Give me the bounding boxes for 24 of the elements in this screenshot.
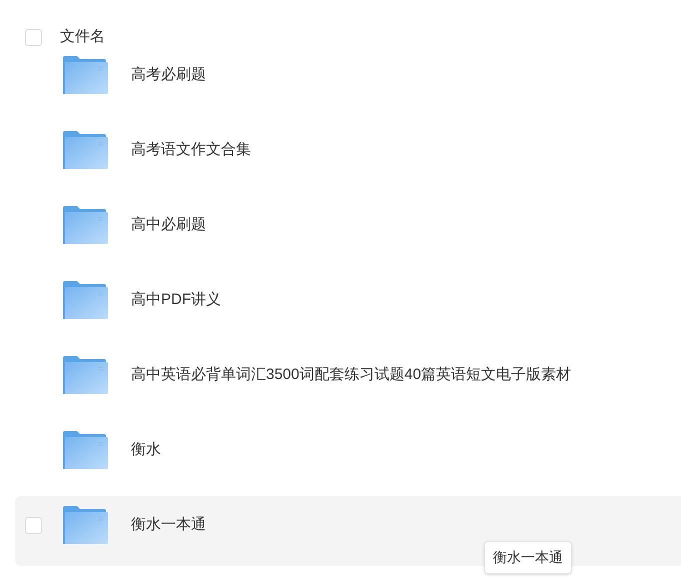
- file-row[interactable]: 高中英语必背单词汇3500词配套练习试题40篇英语短文电子版素材: [15, 346, 681, 416]
- file-name[interactable]: 衡水: [131, 441, 161, 459]
- folder-icon: [63, 206, 108, 244]
- file-name[interactable]: 高中英语必背单词汇3500词配套练习试题40篇英语短文电子版素材: [131, 366, 572, 384]
- column-header: 文件名: [60, 28, 105, 46]
- file-name[interactable]: 高中必刷题: [131, 216, 206, 234]
- tooltip: 衡水一本通: [484, 541, 572, 574]
- file-name[interactable]: 高考语文作文合集: [131, 141, 251, 159]
- folder-icon: [63, 431, 108, 469]
- folder-icon: [63, 356, 108, 394]
- file-name[interactable]: 高考必刷题: [131, 66, 206, 84]
- file-row[interactable]: 衡水: [15, 421, 681, 491]
- folder-icon: [63, 281, 108, 319]
- file-row[interactable]: 高中必刷题: [15, 196, 681, 266]
- checkbox[interactable]: [25, 516, 42, 534]
- folder-icon: [63, 56, 108, 94]
- folder-icon: [63, 131, 108, 169]
- file-name[interactable]: 高中PDF讲义: [131, 291, 221, 309]
- file-row[interactable]: 高中PDF讲义: [15, 271, 681, 341]
- file-row[interactable]: 高考语文作文合集: [15, 121, 681, 191]
- checkbox[interactable]: [25, 28, 42, 46]
- file-row[interactable]: 高考必刷题: [15, 46, 681, 116]
- file-name[interactable]: 衡水一本通: [131, 516, 206, 534]
- folder-icon: [63, 506, 108, 544]
